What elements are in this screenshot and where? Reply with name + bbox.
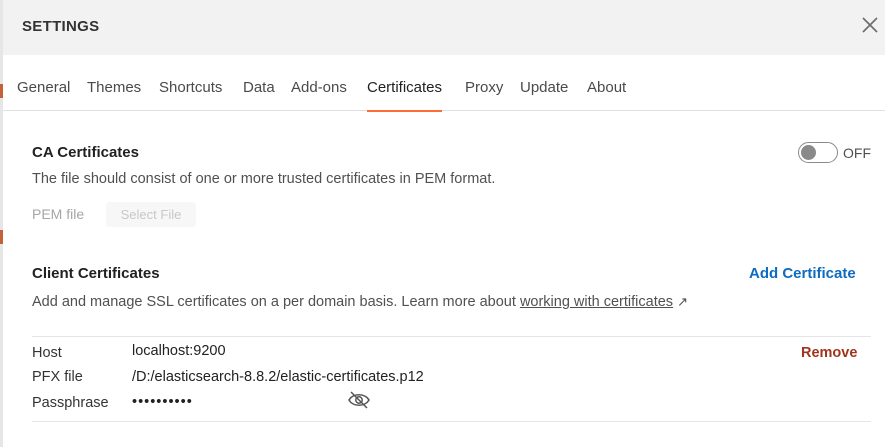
pfx-file-label: PFX file <box>32 369 83 385</box>
passphrase-value: •••••••••• <box>132 394 193 410</box>
client-certificate-entry: Host localhost:9200 Remove PFX file /D:/… <box>32 336 871 422</box>
external-link-icon: ↗ <box>677 294 688 309</box>
add-certificate-button[interactable]: Add Certificate <box>749 265 856 282</box>
passphrase-label: Passphrase <box>32 395 109 411</box>
client-certificates-description: Add and manage SSL certificates on a per… <box>32 294 688 310</box>
remove-certificate-button[interactable]: Remove <box>801 345 857 361</box>
toggle-knob <box>801 145 816 160</box>
background-accent-mark <box>0 230 3 244</box>
working-with-certificates-link[interactable]: working with certificates <box>520 294 673 310</box>
pfx-file-value: /D:/elasticsearch-8.8.2/elastic-certific… <box>132 369 424 385</box>
settings-tabs: General Themes Shortcuts Data Add-ons Ce… <box>3 67 885 112</box>
eye-off-icon <box>348 391 370 409</box>
close-icon <box>862 17 878 33</box>
host-label: Host <box>32 345 62 361</box>
modal-title: SETTINGS <box>22 18 100 35</box>
modal-header: SETTINGS <box>3 0 885 55</box>
description-text: Add and manage SSL certificates on a per… <box>32 294 520 310</box>
ca-certificates-toggle[interactable] <box>798 142 838 163</box>
ca-certificates-description: The file should consist of one or more t… <box>32 171 496 187</box>
tab-themes[interactable]: Themes <box>87 67 141 111</box>
tab-update[interactable]: Update <box>520 67 568 111</box>
select-file-button: Select File <box>106 202 196 227</box>
tab-shortcuts[interactable]: Shortcuts <box>159 67 222 111</box>
close-button[interactable] <box>858 13 882 37</box>
pem-file-label: PEM file <box>32 206 85 222</box>
tab-proxy[interactable]: Proxy <box>465 67 503 111</box>
toggle-passphrase-visibility-button[interactable] <box>347 390 371 410</box>
tab-data[interactable]: Data <box>243 67 275 111</box>
tab-add-ons[interactable]: Add-ons <box>291 67 347 111</box>
toggle-state-label: OFF <box>843 145 871 161</box>
tab-certificates[interactable]: Certificates <box>367 67 443 112</box>
ca-certificates-title: CA Certificates <box>32 144 139 161</box>
tab-general[interactable]: General <box>17 67 70 111</box>
host-value: localhost:9200 <box>132 343 226 359</box>
client-certificates-title: Client Certificates <box>32 265 160 282</box>
tab-about[interactable]: About <box>587 67 626 111</box>
